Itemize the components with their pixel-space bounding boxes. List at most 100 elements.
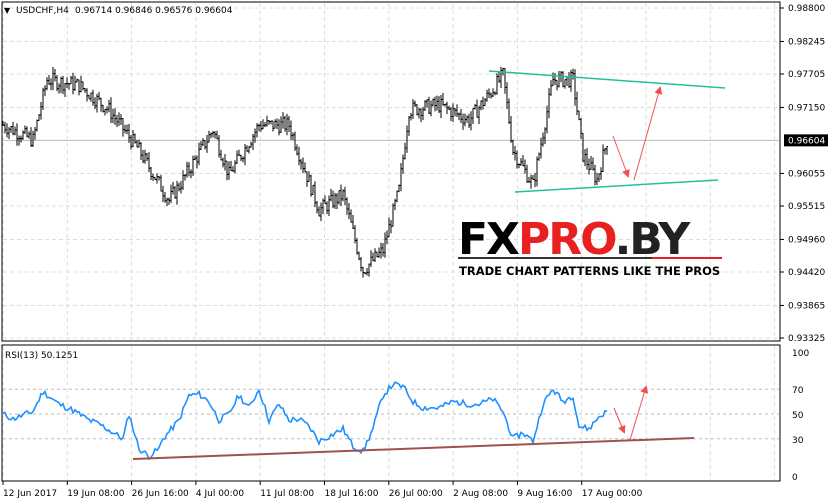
- price-bar: [542, 132, 544, 147]
- price-bar: [326, 201, 328, 215]
- price-bar: [62, 75, 64, 95]
- chart-window[interactable]: ▼ USDCHF,H4 0.96714 0.96846 0.96576 0.96…: [0, 0, 830, 504]
- time-label: 26 Jun 16:00: [132, 489, 189, 499]
- time-label: 11 Jul 08:00: [260, 489, 314, 499]
- price-bar: [460, 108, 462, 124]
- price-bar: [52, 66, 54, 91]
- price-bar: [472, 108, 474, 125]
- price-bar: [584, 149, 586, 167]
- price-bar: [276, 118, 278, 129]
- price-bar: [98, 91, 100, 101]
- price-bar: [420, 108, 422, 123]
- price-bar: [430, 100, 432, 117]
- price-bar: [282, 112, 284, 129]
- price-bar: [272, 120, 274, 132]
- price-bar: [220, 149, 222, 161]
- price-bar: [380, 242, 382, 259]
- price-label: 0.94960: [788, 235, 825, 245]
- price-bar: [238, 149, 240, 157]
- price-bar: [294, 131, 296, 151]
- price-bar: [348, 202, 350, 220]
- price-bar: [370, 250, 372, 267]
- price-bar: [78, 79, 80, 96]
- price-bar: [24, 125, 26, 135]
- price-bar: [488, 88, 490, 99]
- price-bar: [114, 108, 116, 125]
- price-bar: [418, 107, 420, 119]
- price-bar: [322, 198, 324, 215]
- price-bar: [466, 115, 468, 123]
- price-bar: [112, 108, 114, 124]
- price-bar: [88, 94, 90, 100]
- price-bar: [400, 162, 402, 192]
- menu-arrow-icon[interactable]: ▼: [4, 6, 11, 15]
- price-bar: [116, 114, 118, 127]
- price-bar: [478, 105, 480, 125]
- price-bar: [316, 200, 318, 214]
- price-bar: [374, 248, 376, 263]
- price-bar: [356, 237, 358, 255]
- price-bar: [408, 115, 410, 136]
- price-bar: [554, 72, 556, 86]
- price-bar: [464, 113, 466, 127]
- price-bar: [340, 184, 342, 207]
- price-bar: [160, 174, 162, 192]
- price-bar: [142, 149, 144, 164]
- price-bar: [242, 156, 244, 163]
- price-bar: [598, 173, 600, 183]
- support-trendline[interactable]: [514, 179, 719, 193]
- rsi-support-trendline[interactable]: [132, 437, 695, 460]
- price-bar: [212, 130, 214, 138]
- price-bar: [512, 139, 514, 155]
- price-bar: [302, 157, 304, 174]
- price-bar: [318, 206, 320, 217]
- chart-canvas[interactable]: ▼ USDCHF,H4 0.96714 0.96846 0.96576 0.96…: [0, 0, 830, 504]
- price-bar: [426, 99, 428, 108]
- price-bar: [156, 173, 158, 184]
- rsi-up-arrow[interactable]: [629, 385, 649, 441]
- price-bar: [544, 127, 546, 145]
- price-bar: [352, 215, 354, 230]
- rsi-pane-border: [1, 344, 781, 482]
- price-bar: [236, 150, 238, 165]
- price-bar: [524, 159, 526, 174]
- price-bar: [384, 232, 386, 258]
- price-bar: [118, 112, 120, 126]
- price-bar: [514, 145, 516, 161]
- price-bar: [248, 145, 250, 154]
- price-bar: [50, 78, 52, 91]
- up-arrow[interactable]: [633, 86, 663, 181]
- price-bar: [120, 114, 122, 125]
- price-bar: [284, 115, 286, 132]
- price-bar: [382, 243, 384, 257]
- price-bar: [536, 156, 538, 187]
- price-bar: [606, 146, 608, 155]
- price-label: 0.95515: [788, 202, 825, 212]
- price-bar: [100, 97, 102, 112]
- price-bar: [354, 225, 356, 244]
- down-arrow[interactable]: [612, 135, 630, 178]
- price-bar: [72, 72, 74, 95]
- price-bar: [394, 198, 396, 211]
- price-bar: [232, 166, 234, 172]
- price-bar: [330, 188, 332, 202]
- rsi-down-arrow[interactable]: [613, 407, 626, 434]
- time-label: 9 Aug 16:00: [517, 489, 572, 499]
- price-bar: [166, 197, 168, 206]
- price-bar: [148, 152, 150, 173]
- current-price-label: 0.96604: [788, 136, 825, 146]
- price-bar: [266, 115, 268, 127]
- price-bar: [320, 202, 322, 222]
- price-bar: [240, 154, 242, 162]
- fxpro-logo: FXPRO.BY TRADE CHART PATTERNS LIKE THE P…: [458, 214, 722, 278]
- rsi-label: RSI(13) 50.1251: [5, 351, 78, 361]
- price-bar: [566, 76, 568, 86]
- price-bar: [510, 116, 512, 143]
- price-bar: [82, 81, 84, 91]
- price-bar: [530, 174, 532, 189]
- price-bar: [192, 155, 194, 176]
- price-bar: [444, 103, 446, 107]
- price-bar: [506, 82, 508, 109]
- price-bar: [162, 185, 164, 203]
- price-bar: [518, 163, 520, 169]
